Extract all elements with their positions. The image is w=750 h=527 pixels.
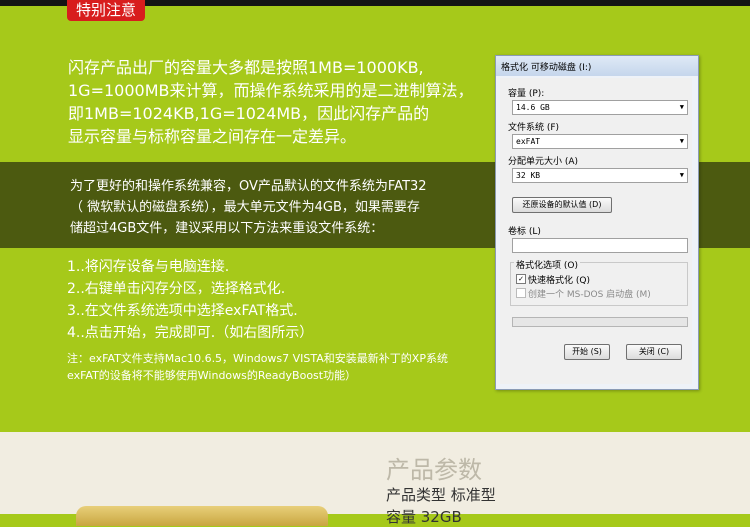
quick-format-checkbox[interactable]: ✓ bbox=[516, 274, 526, 284]
msdos-checkbox[interactable] bbox=[516, 288, 526, 298]
intro-paragraph: 闪存产品出厂的容量大多都是按照1MB=1000KB, 1G=1000MB来计算，… bbox=[68, 56, 488, 148]
volume-label: 卷标 (L) bbox=[508, 227, 541, 237]
dialog-body: 容量 (P): 14.6 GB ▼ 文件系统 (F) exFAT ▼ 分配单元大… bbox=[500, 78, 692, 384]
capacity-label: 容量 (P): bbox=[508, 89, 545, 99]
intro-line: 即1MB=1024KB,1G=1024MB，因此闪存产品的 bbox=[68, 104, 430, 123]
step-item: 4..点击开始，完成即可.（如右图所示） bbox=[67, 325, 314, 341]
note-line: 注：exFAT文件支持Mac10.6.5，Windows7 VISTA和安装最新… bbox=[67, 352, 448, 365]
chevron-down-icon: ▼ bbox=[679, 171, 684, 179]
chevron-down-icon: ▼ bbox=[679, 103, 684, 111]
step-item: 1..将闪存设备与电脑连接. bbox=[67, 259, 230, 275]
capacity-select[interactable]: 14.6 GB ▼ bbox=[512, 100, 688, 115]
intro-line: 闪存产品出厂的容量大多都是按照1MB=1000KB, bbox=[68, 58, 424, 77]
step-item: 3..在文件系统选项中选择exFAT格式. bbox=[67, 303, 298, 319]
notice-tag: 特别注意 bbox=[67, 0, 145, 21]
filesystem-label: 文件系统 (F) bbox=[508, 123, 560, 133]
check-icon: ✓ bbox=[518, 275, 524, 283]
band-line: 储超过4GB文件，建议采用以下方法来重设文件系统： bbox=[70, 221, 384, 236]
format-dialog: 格式化 可移动磁盘 (I:) 容量 (P): 14.6 GB ▼ 文件系统 (F… bbox=[495, 55, 699, 390]
volume-input[interactable] bbox=[512, 238, 688, 253]
band-line: （ 微软默认的磁盘系统），最大单元文件为4GB，如果需要存 bbox=[70, 200, 420, 215]
dialog-titlebar: 格式化 可移动磁盘 (I:) bbox=[496, 56, 698, 76]
filesystem-select[interactable]: exFAT ▼ bbox=[512, 134, 688, 149]
note-line: exFAT的设备将不能够使用Windows的ReadyBoost功能） bbox=[67, 369, 357, 382]
intro-line: 显示容量与标称容量之间存在一定差异。 bbox=[68, 127, 357, 146]
unit-size-label: 分配单元大小 (A) bbox=[508, 157, 579, 167]
step-item: 2..右键单击闪存分区，选择格式化. bbox=[67, 281, 286, 297]
close-button[interactable]: 关闭 (C) bbox=[626, 344, 682, 360]
band-text: 为了更好的和操作系统兼容，OV产品默认的文件系统为FAT32 （ 微软默认的磁盘… bbox=[70, 176, 427, 239]
format-options-label: 格式化选项 (O) bbox=[514, 258, 580, 271]
capacity-value: 14.6 GB bbox=[516, 103, 550, 112]
restore-defaults-button[interactable]: 还原设备的默认值 (D) bbox=[512, 197, 612, 213]
msdos-label: 创建一个 MS-DOS 启动盘 (M) bbox=[528, 290, 651, 300]
format-progress-bar bbox=[512, 317, 688, 327]
unit-size-value: 32 KB bbox=[516, 171, 541, 180]
params-type-row: 产品类型 标准型 bbox=[386, 486, 496, 504]
filesystem-value: exFAT bbox=[516, 137, 541, 146]
steps-list: 1..将闪存设备与电脑连接. 2..右键单击闪存分区，选择格式化. 3..在文件… bbox=[67, 256, 313, 344]
start-button[interactable]: 开始 (S) bbox=[564, 344, 610, 360]
dialog-title: 格式化 可移动磁盘 (I:) bbox=[501, 63, 592, 73]
unit-size-select[interactable]: 32 KB ▼ bbox=[512, 168, 688, 183]
chevron-down-icon: ▼ bbox=[679, 137, 684, 145]
product-image bbox=[76, 506, 328, 526]
band-line: 为了更好的和操作系统兼容，OV产品默认的文件系统为FAT32 bbox=[70, 179, 427, 194]
note-text: 注：exFAT文件支持Mac10.6.5，Windows7 VISTA和安装最新… bbox=[67, 350, 448, 384]
params-capacity-row: 容量 32GB bbox=[386, 508, 462, 526]
params-title: 产品参数 bbox=[386, 456, 482, 484]
quick-format-label: 快速格式化 (Q) bbox=[528, 276, 590, 286]
intro-line: 1G=1000MB来计算，而操作系统采用的是二进制算法， bbox=[68, 81, 474, 100]
product-section bbox=[0, 432, 750, 514]
